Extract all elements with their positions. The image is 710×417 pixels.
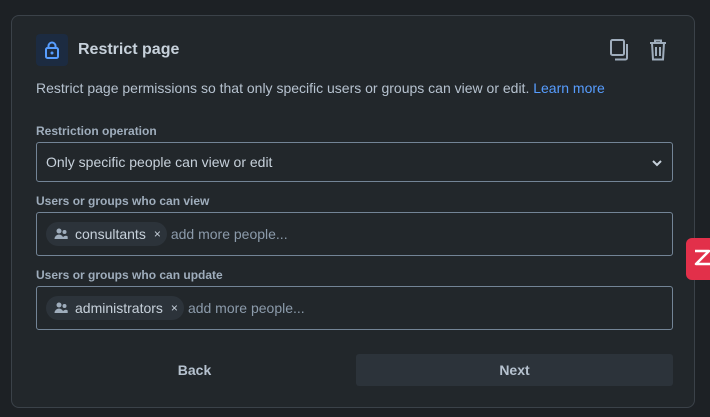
people-icon <box>54 302 68 314</box>
restriction-operation-label: Restriction operation <box>36 124 157 138</box>
viewers-input[interactable]: add more people... <box>171 226 288 242</box>
learn-more-link[interactable]: Learn more <box>533 80 605 96</box>
side-panel-tab[interactable] <box>686 238 710 280</box>
back-button[interactable]: Back <box>36 354 353 386</box>
updaters-input[interactable]: add more people... <box>188 300 305 316</box>
dialog-header: Restrict page <box>36 33 670 67</box>
restrict-page-dialog: Restrict page Restrict page permissions … <box>11 15 695 408</box>
updaters-picker[interactable]: administrators × add more people... <box>36 286 673 330</box>
viewers-picker[interactable]: consultants × add more people... <box>36 212 673 256</box>
next-button[interactable]: Next <box>356 354 673 386</box>
chip-label: administrators <box>75 300 163 316</box>
restriction-operation-select[interactable]: Only specific people can view or edit <box>36 142 673 182</box>
viewers-label: Users or groups who can view <box>36 194 210 208</box>
trash-icon[interactable] <box>646 38 670 62</box>
lock-icon <box>36 34 68 66</box>
chip-label: consultants <box>75 226 146 242</box>
restriction-operation-value: Only specific people can view or edit <box>46 154 273 170</box>
app-logo-icon <box>693 247 710 272</box>
close-icon[interactable]: × <box>154 227 161 241</box>
copy-icon[interactable] <box>608 38 632 62</box>
updaters-label: Users or groups who can update <box>36 268 223 282</box>
description-text: Restrict page permissions so that only s… <box>36 80 530 96</box>
user-chip: consultants × <box>46 222 167 246</box>
people-icon <box>54 228 68 240</box>
dialog-title: Restrict page <box>78 41 180 58</box>
close-icon[interactable]: × <box>171 301 178 315</box>
user-chip: administrators × <box>46 296 184 320</box>
chevron-down-icon <box>652 154 662 170</box>
dialog-description: Restrict page permissions so that only s… <box>36 80 605 96</box>
